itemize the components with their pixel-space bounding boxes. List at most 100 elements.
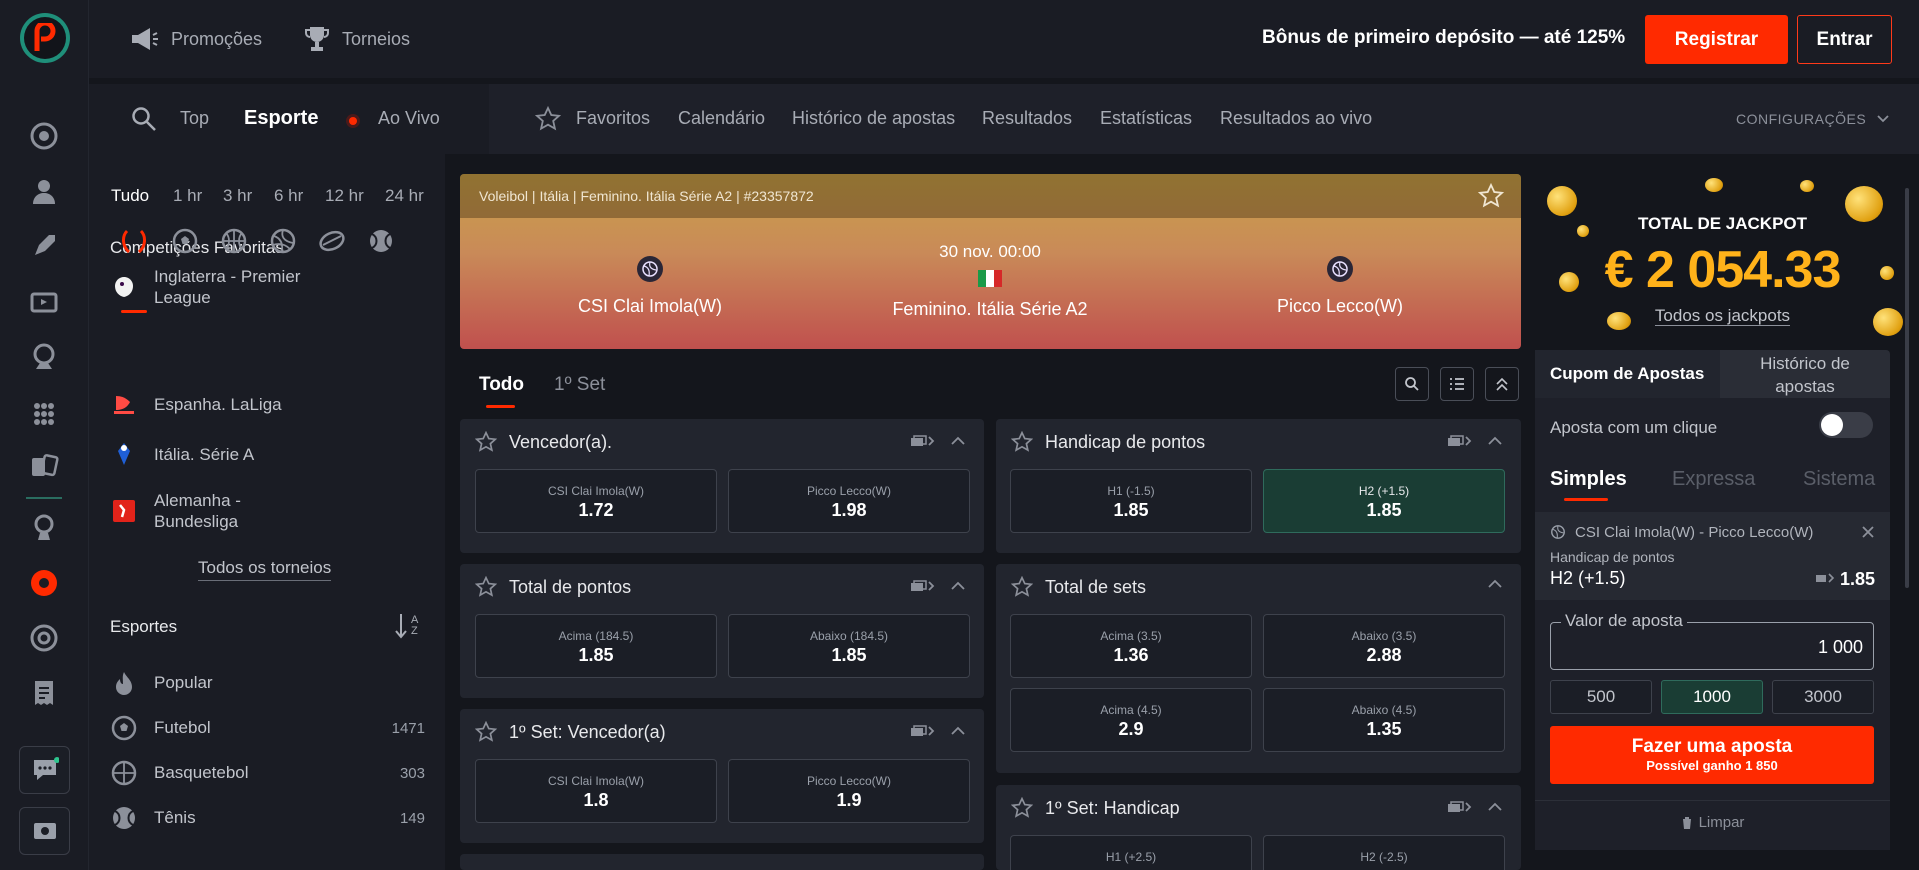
nav-calendar[interactable]: Calendário [678,108,765,129]
login-button[interactable]: Entrar [1797,15,1892,64]
home-team[interactable]: CSI Clai Imola(W) [550,256,750,317]
chevron-up-icon[interactable] [950,581,966,591]
nav-sport[interactable]: Esporte [244,107,318,130]
market-tab-set1[interactable]: 1º Set [554,374,605,396]
wallet-button[interactable] [19,807,70,855]
all-tournaments-link[interactable]: Todos os torneios [198,558,332,581]
basketball-icon[interactable] [219,226,249,256]
jackpot-panel[interactable]: TOTAL DE JACKPOT € 2 054.33 Todos os jac… [1535,170,1910,345]
bet-type-system[interactable]: Sistema [1803,468,1875,491]
odd-button[interactable]: Acima (4.5) 2.9 [1010,688,1252,752]
stats-chevron-icon[interactable] [910,434,936,448]
bingo-icon[interactable] [26,393,62,429]
close-icon[interactable] [1861,525,1875,539]
tab-coupon[interactable]: Cupom de Apostas [1535,350,1720,398]
time-filter-1h[interactable]: 1 hr [173,186,202,206]
bet-type-express[interactable]: Expressa [1672,468,1755,491]
sport-row-popular[interactable]: Popular [110,669,425,697]
nav-statistics[interactable]: Estatísticas [1100,108,1192,129]
odd-button[interactable]: H2 (-2.5) [1263,835,1505,870]
time-filter-6h[interactable]: 6 hr [274,186,303,206]
chat-button[interactable] [19,746,70,794]
nav-live-results[interactable]: Resultados ao vivo [1220,108,1372,129]
odd-button[interactable]: Abaixo (3.5) 2.88 [1263,614,1505,678]
receipt-icon[interactable] [26,675,62,711]
nav-bet-history[interactable]: Histórico de apostas [792,108,955,129]
market-tab-all[interactable]: Todo [479,374,524,396]
chevron-up-icon[interactable] [1487,802,1503,812]
chevron-up-icon[interactable] [950,436,966,446]
quick-stake-500[interactable]: 500 [1550,680,1652,714]
list-view-button[interactable] [1440,367,1474,401]
promotions-link[interactable]: Promoções [129,22,262,56]
bet-type-single[interactable]: Simples [1550,468,1627,491]
nav-results[interactable]: Resultados [982,108,1072,129]
odd-button[interactable]: Acima (184.5) 1.85 [475,614,717,678]
time-filter-all[interactable]: Tudo [111,186,149,206]
star-icon[interactable] [1011,576,1033,598]
odd-button[interactable]: H1 (+2.5) [1010,835,1252,870]
all-jackpots-link[interactable]: Todos os jackpots [1535,306,1910,326]
search-icon[interactable] [131,106,157,132]
hockey-puck-icon[interactable] [317,226,347,256]
odd-button[interactable]: CSI Clai Imola(W) 1.8 [475,759,717,823]
star-icon[interactable] [475,576,497,598]
chevron-up-icon[interactable] [1487,436,1503,446]
sport-row-football[interactable]: Futebol 1471 [110,714,425,742]
nav-top[interactable]: Top [180,108,209,129]
settings-dropdown[interactable]: CONFIGURAÇÕES [1736,111,1890,127]
stats-chevron-icon[interactable] [910,579,936,593]
odd-button[interactable]: CSI Clai Imola(W) 1.72 [475,469,717,533]
star-icon[interactable] [1011,797,1033,819]
odd-button[interactable]: Abaixo (184.5) 1.85 [728,614,970,678]
nav-live[interactable]: Ao Vivo [378,108,440,129]
place-bet-button[interactable]: Fazer uma aposta Possível ganho 1 850 [1550,726,1874,784]
time-filter-3h[interactable]: 3 hr [223,186,252,206]
bonus-banner[interactable]: Bônus de primeiro depósito — até 125% [1262,27,1625,49]
quick-stake-1000[interactable]: 1000 [1661,680,1763,714]
collapse-all-button[interactable] [1485,367,1519,401]
laurel-icon[interactable] [119,226,149,256]
odd-button[interactable]: H1 (-1.5) 1.85 [1010,469,1252,533]
star-icon[interactable] [475,431,497,453]
favorite-star-icon[interactable] [1478,183,1504,209]
brand-logo[interactable] [20,13,70,63]
register-button[interactable]: Registrar [1645,15,1788,64]
star-icon[interactable] [475,721,497,743]
sort-az-button[interactable]: A Z [395,612,419,640]
clear-button[interactable]: Limpar [1535,814,1890,834]
one-click-toggle[interactable] [1819,412,1873,438]
tennis-ball-icon[interactable] [366,226,396,256]
stats-chevron-icon[interactable] [1447,800,1473,814]
odd-button[interactable]: Acima (3.5) 1.36 [1010,614,1252,678]
quick-stake-3000[interactable]: 3000 [1772,680,1874,714]
league-premier-league[interactable]: Inglaterra - Premier League [110,266,324,308]
odd-button-selected[interactable]: H2 (+1.5) 1.85 [1263,469,1505,533]
time-filter-24h[interactable]: 24 hr [385,186,424,206]
league-laliga[interactable]: Espanha. LaLiga [110,390,282,418]
target-icon[interactable] [26,620,62,656]
nav-favorites[interactable]: Favoritos [576,108,650,129]
time-filter-12h[interactable]: 12 hr [325,186,364,206]
chevron-up-icon[interactable] [1487,579,1503,589]
league-serie-a[interactable]: Itália. Série A [110,440,254,468]
tournaments-link[interactable]: Torneios [304,22,410,56]
odd-button[interactable]: Picco Lecco(W) 1.9 [728,759,970,823]
stats-chevron-icon[interactable] [910,724,936,738]
trophy-ball-icon[interactable] [26,509,62,545]
tv-icon[interactable] [26,283,62,319]
star-icon[interactable] [1011,431,1033,453]
league-bundesliga[interactable]: Alemanha - Bundesliga [110,490,264,532]
roulette-icon[interactable] [26,338,62,374]
stats-chevron-icon[interactable] [1447,434,1473,448]
football-icon[interactable] [170,226,200,256]
volleyball-icon[interactable] [268,226,298,256]
scrollbar[interactable] [1905,188,1909,588]
tab-bet-history[interactable]: Histórico de apostas [1735,352,1875,398]
odd-button[interactable]: Abaixo (4.5) 1.35 [1263,688,1505,752]
cards-icon[interactable] [26,448,62,484]
football-icon[interactable] [26,565,62,601]
sport-row-tennis[interactable]: Tênis 149 [110,804,425,832]
stake-input[interactable]: Valor de aposta 1 000 [1550,611,1874,670]
away-team[interactable]: Picco Lecco(W) [1240,256,1440,317]
